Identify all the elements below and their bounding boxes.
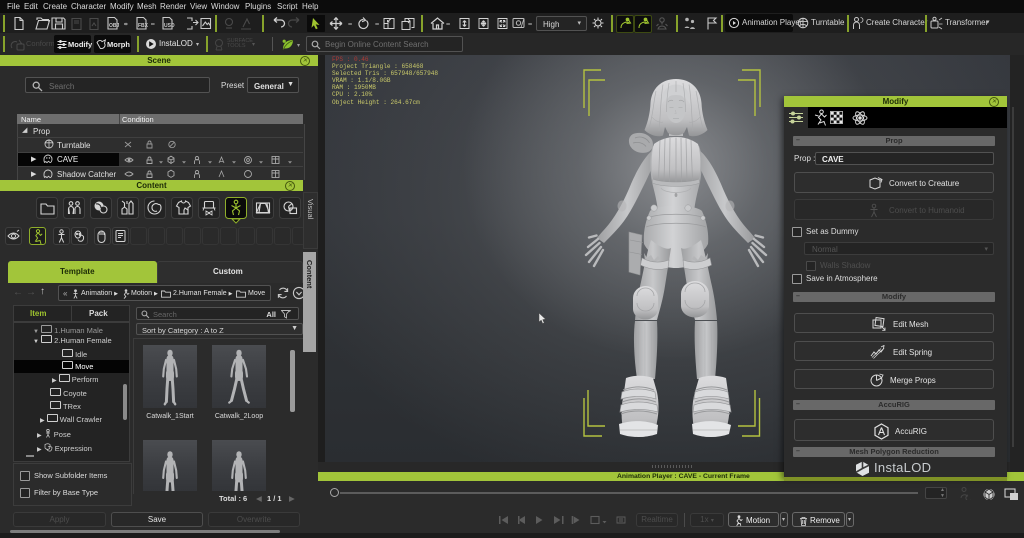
svg-text:FBX: FBX — [138, 23, 149, 29]
svg-text:USD: USD — [164, 23, 175, 29]
svg-text:OBJ: OBJ — [109, 23, 120, 29]
